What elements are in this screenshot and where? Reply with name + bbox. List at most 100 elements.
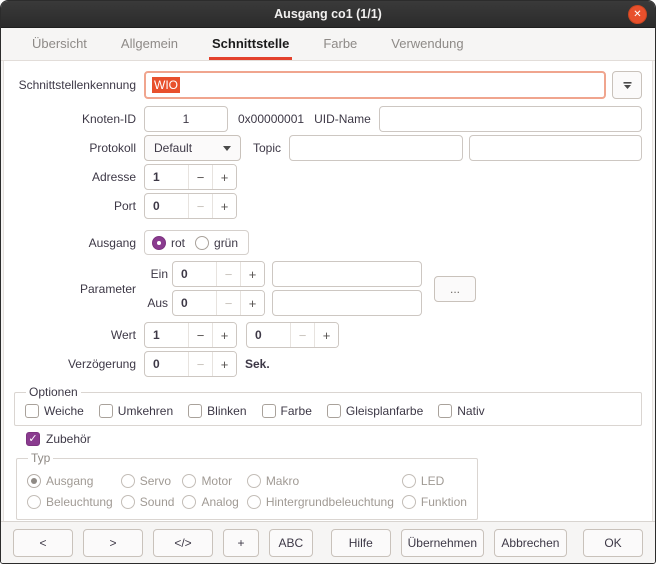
combo-arrow-icon [622,81,633,90]
option-label: Gleisplanfarbe [346,404,423,418]
minus-button[interactable]: − [188,165,212,189]
plus-button[interactable]: + [314,323,338,347]
minus-button: − [188,352,212,376]
radio-icon [182,495,196,509]
topic-input-2[interactable] [469,135,642,161]
uid-name-input[interactable] [379,106,642,132]
option-blinken[interactable]: Blinken [188,404,246,418]
parameter-on-input[interactable] [272,261,422,287]
interface-id-dropdown-button[interactable] [612,71,642,99]
tab-label: Übersicht [32,36,87,51]
node-id-label: Knoten-ID [14,112,136,126]
delay-value[interactable]: 0 [145,352,188,376]
tab-schnittstelle[interactable]: Schnittstelle [209,28,292,60]
accessory-checkbox-row[interactable]: Zubehör [26,432,642,446]
parameter-off-spinner: 0 − + [172,290,265,316]
tab-farbe[interactable]: Farbe [320,28,360,60]
option-label: Weiche [44,404,84,418]
radio-icon [182,474,196,488]
output-green-option[interactable]: grün [195,236,238,250]
value-spinner-2: 0 − + [246,322,339,348]
parameter-off-label: Aus [144,296,168,310]
add-button[interactable]: + [223,529,259,557]
minus-button: − [216,291,240,315]
abc-button[interactable]: ABC [269,529,313,557]
close-button[interactable]: ✕ [628,5,647,24]
type-label: Beleuchtung [46,495,113,509]
option-gleisplanfarbe[interactable]: Gleisplanfarbe [327,404,423,418]
output-green-label: grün [214,236,238,250]
apply-button[interactable]: Übernehmen [401,529,484,557]
output-red-option[interactable]: rot [152,236,185,250]
cancel-button[interactable]: Abbrechen [494,529,567,557]
parameter-on-row: Ein 0 − + [144,261,422,287]
ok-button[interactable]: OK [583,529,643,557]
accessory-label: Zubehör [46,432,91,446]
close-icon: ✕ [633,10,641,20]
option-nativ[interactable]: Nativ [438,404,484,418]
checkbox-icon [327,404,341,418]
tab-uebersicht[interactable]: Übersicht [29,28,90,60]
plus-button[interactable]: + [212,323,236,347]
radio-icon [247,495,261,509]
type-label: Motor [201,474,232,488]
protocol-select[interactable]: Default [144,135,241,161]
plus-button[interactable]: + [212,352,236,376]
plus-button[interactable]: + [212,194,236,218]
radio-icon [27,495,41,509]
value-2[interactable]: 0 [247,323,290,347]
option-label: Farbe [281,404,312,418]
plus-button[interactable]: + [240,262,264,286]
parameter-on-value[interactable]: 0 [173,262,216,286]
type-makro: Makro [247,474,394,488]
parameter-off-input[interactable] [272,290,422,316]
type-hintergrundbeleuchtung: Hintergrundbeleuchtung [247,495,394,509]
parameter-off-value[interactable]: 0 [173,291,216,315]
checkbox-icon [262,404,276,418]
option-umkehren[interactable]: Umkehren [99,404,173,418]
help-button[interactable]: Hilfe [331,529,391,557]
type-label: Sound [140,495,175,509]
radio-checked-icon [152,236,166,250]
port-value[interactable]: 0 [145,194,188,218]
checkbox-icon [188,404,202,418]
minus-button: − [290,323,314,347]
option-weiche[interactable]: Weiche [25,404,84,418]
xml-button[interactable]: </> [153,529,213,557]
browse-button[interactable]: ... [434,276,476,302]
value-1[interactable]: 1 [145,323,188,347]
next-button[interactable]: > [83,529,143,557]
tab-label: Farbe [323,36,357,51]
delay-unit: Sek. [245,357,270,371]
tab-label: Verwendung [391,36,463,51]
radio-icon [195,236,209,250]
type-sound: Sound [121,495,175,509]
tab-verwendung[interactable]: Verwendung [388,28,466,60]
plus-button[interactable]: + [212,165,236,189]
tab-label: Allgemein [121,36,178,51]
delay-label: Verzögerung [14,357,136,371]
minus-button: − [216,262,240,286]
plus-button[interactable]: + [240,291,264,315]
option-farbe[interactable]: Farbe [262,404,312,418]
checkbox-checked-icon [26,432,40,446]
node-id-input[interactable] [144,106,228,132]
type-analog: Analog [182,495,238,509]
prev-button[interactable]: < [13,529,73,557]
minus-button[interactable]: − [188,323,212,347]
titlebar[interactable]: Ausgang co1 (1/1) ✕ [1,1,655,28]
interface-id-input[interactable]: WIO [144,71,606,99]
protocol-value: Default [154,141,192,155]
topic-input-1[interactable] [289,135,463,161]
checkbox-icon [99,404,113,418]
type-motor: Motor [182,474,238,488]
parameter-label: Parameter [14,282,136,296]
address-value[interactable]: 1 [145,165,188,189]
value-spinner-1: 1 − + [144,322,237,348]
options-group: Optionen Weiche Umkehren Blinken Farbe [14,385,642,426]
tab-allgemein[interactable]: Allgemein [118,28,181,60]
interface-id-label: Schnittstellenkennung [14,78,136,92]
type-funktion: Funktion [402,495,467,509]
type-label: Ausgang [46,474,93,488]
options-legend: Optionen [26,385,81,399]
